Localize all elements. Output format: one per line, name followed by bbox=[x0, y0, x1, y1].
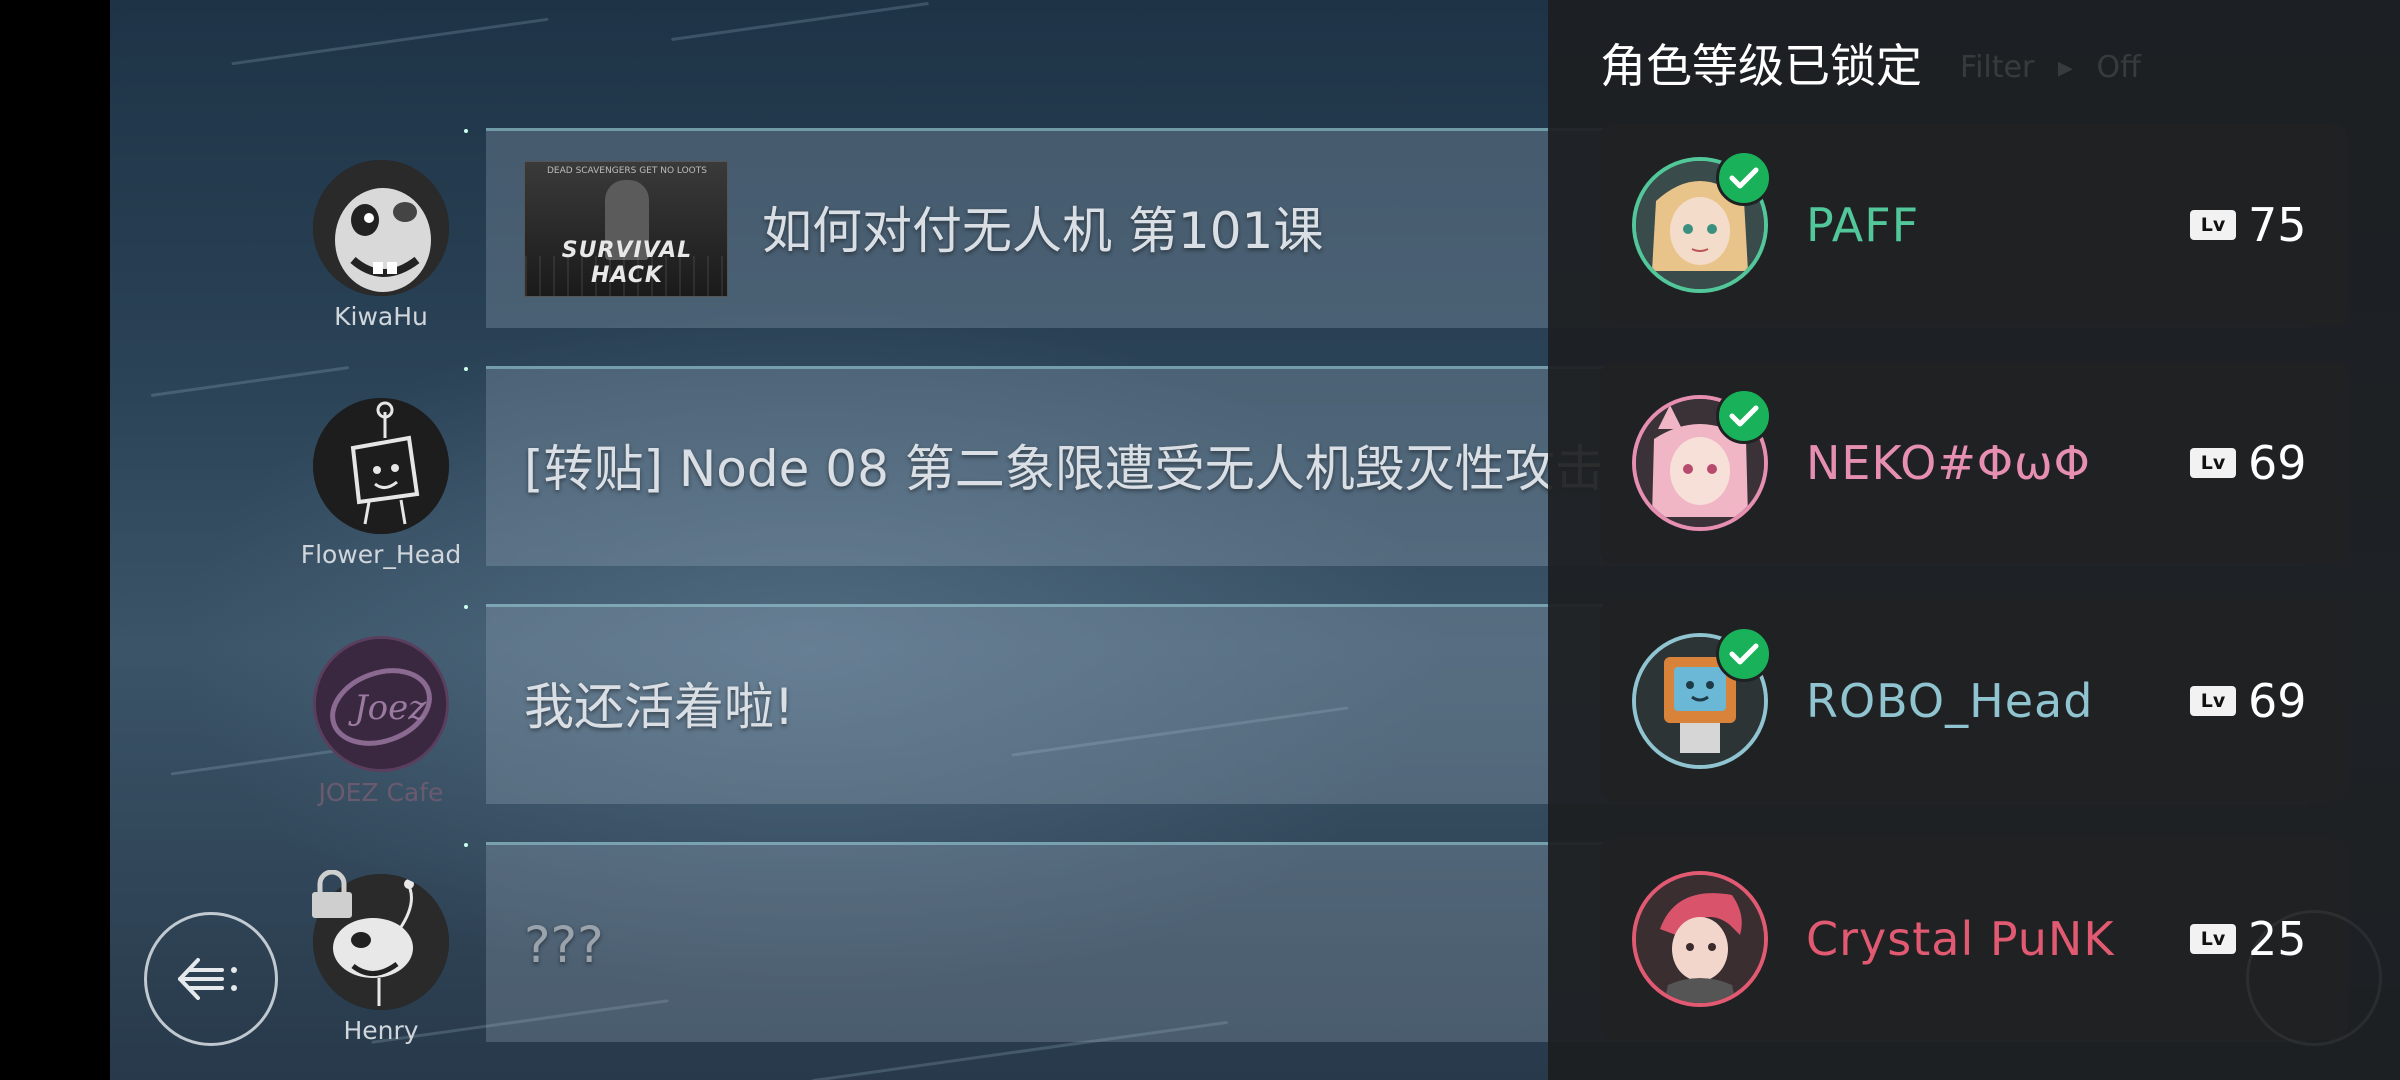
avatar-flower-head[interactable] bbox=[313, 398, 449, 534]
character-card-neko[interactable]: NEKO#ΦωΦ Lv 69 bbox=[1600, 362, 2348, 564]
avatar-joez-cafe[interactable]: Joez bbox=[313, 636, 449, 772]
avatar-name: JOEZ Cafe bbox=[318, 778, 444, 807]
post-text: [转贴] Node 08 第二象限遭受无人机毁灭性攻击 bbox=[524, 440, 1605, 498]
check-icon bbox=[1716, 626, 1772, 682]
avatar-name: KiwaHu bbox=[334, 302, 428, 331]
character-avatar bbox=[1632, 871, 1768, 1007]
water-streak bbox=[231, 17, 549, 66]
timeline-dot bbox=[464, 367, 468, 371]
timeline-dot bbox=[464, 843, 468, 847]
back-arrow-icon bbox=[178, 958, 237, 1000]
post-text: ??? bbox=[524, 916, 604, 974]
character-card-paff[interactable]: PAFF Lv 75 bbox=[1600, 124, 2348, 326]
level-value: 69 bbox=[2248, 436, 2307, 490]
level-value: 75 bbox=[2248, 198, 2307, 252]
timeline-dot bbox=[464, 605, 468, 609]
water-streak bbox=[671, 1, 929, 42]
ghost-filter-label: Filter bbox=[1960, 50, 2035, 85]
timeline-dot bbox=[464, 129, 468, 133]
post-text: 我还活着啦! bbox=[524, 678, 795, 736]
post-thumbnail[interactable]: DEAD SCAVENGERS GET NO LOOTS SURVIVAL HA… bbox=[524, 161, 728, 297]
character-name: PAFF bbox=[1806, 198, 1920, 252]
ghost-filter-value: Off bbox=[2096, 50, 2141, 85]
ghost-button bbox=[2246, 910, 2382, 1046]
character-name: ROBO_Head bbox=[1806, 674, 2094, 728]
level-badge: Lv bbox=[2190, 448, 2236, 478]
svg-text:Joez: Joez bbox=[348, 688, 427, 728]
check-icon bbox=[1716, 150, 1772, 206]
check-icon bbox=[1716, 388, 1772, 444]
avatar-name: Henry bbox=[343, 1016, 419, 1045]
back-button[interactable] bbox=[144, 912, 278, 1046]
level-badge: Lv bbox=[2190, 210, 2236, 240]
lock-icon bbox=[310, 869, 354, 920]
character-panel: 角色等级已锁定 Filter ▸ Off PAFF Lv 75 NEKO#ΦωΦ… bbox=[1548, 0, 2400, 1080]
avatar-name: Flower_Head bbox=[300, 540, 462, 569]
thumbnail-caption: DEAD SCAVENGERS GET NO LOOTS bbox=[547, 166, 707, 176]
character-name: NEKO#ΦωΦ bbox=[1806, 436, 2091, 490]
level-value: 69 bbox=[2248, 674, 2307, 728]
level-badge: Lv bbox=[2190, 686, 2236, 716]
level-badge: Lv bbox=[2190, 924, 2236, 954]
panel-title: 角色等级已锁定 bbox=[1600, 39, 1922, 93]
ghost-filter: Filter ▸ Off bbox=[1960, 50, 2141, 85]
character-name: Crystal PuNK bbox=[1806, 912, 2115, 966]
avatar-kiwahu[interactable] bbox=[313, 160, 449, 296]
character-card-crystal-punk[interactable]: Crystal PuNK Lv 25 bbox=[1600, 838, 2348, 1040]
thumbnail-title: SURVIVAL HACK bbox=[561, 238, 693, 288]
post-text: 如何对付无人机 第101课 bbox=[762, 202, 1324, 260]
character-card-robo-head[interactable]: ROBO_Head Lv 69 bbox=[1600, 600, 2348, 802]
